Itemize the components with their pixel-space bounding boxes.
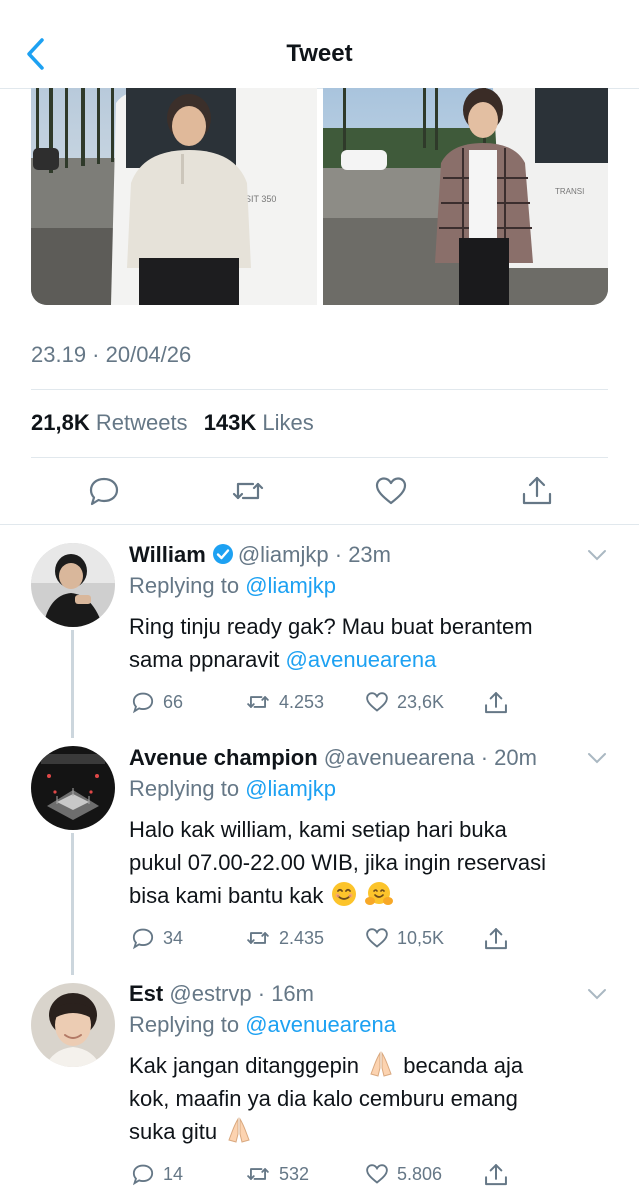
replying-to-handle[interactable]: @liamjkp <box>245 776 336 801</box>
reply-comment-button[interactable]: 66 <box>131 690 183 714</box>
mention-link[interactable]: @avenuearena <box>286 647 437 672</box>
reply-text: Kak jangan ditanggepin becanda aja kok, … <box>129 1049 609 1148</box>
author-name[interactable]: Avenue champion <box>129 745 318 770</box>
author-name[interactable]: Est <box>129 981 163 1006</box>
author-handle[interactable]: @liamjkp <box>238 542 329 567</box>
replying-to: Replying to @avenuearena <box>129 1009 609 1041</box>
retweet-count: 4.253 <box>279 691 325 712</box>
reply-action-bar: 66 4.253 23,6K <box>129 690 609 720</box>
van-badge-text: TRANSI <box>555 187 584 196</box>
reply-text-line: Kak jangan ditanggepin <box>129 1053 359 1078</box>
replying-to: Replying to @liamjkp <box>129 773 609 805</box>
reply-time: 20m <box>494 745 537 770</box>
replying-to-handle[interactable]: @liamjkp <box>245 573 336 598</box>
reply-icon <box>132 928 154 950</box>
like-count: 23,6K <box>397 691 445 712</box>
reply-text-line: suka gitu <box>129 1119 218 1144</box>
reply-text-line: bisa kami bantu kak <box>129 883 324 908</box>
tweet-engagement-stats: 21,8K Retweets 143K Likes <box>31 410 314 436</box>
likes-count[interactable]: 143K <box>204 410 257 435</box>
tweet-timestamp: 23.19 · 20/04/26 <box>31 342 192 367</box>
folded-hands-emoji-icon <box>228 1117 250 1143</box>
reply-header: Est @estrvp · 16m <box>129 981 314 1006</box>
share-icon[interactable] <box>483 690 509 716</box>
like-heart-icon <box>366 1164 388 1184</box>
reply-time: 16m <box>271 981 314 1006</box>
avatar[interactable] <box>31 746 115 830</box>
avatar[interactable] <box>31 543 115 627</box>
reply-text-line: sama ppnaravit <box>129 647 286 672</box>
reply-header: Avenue champion @avenuearena · 20m <box>129 745 537 770</box>
retweets-count[interactable]: 21,8K <box>31 410 90 435</box>
reply-action-bar: 14 532 5.806 <box>129 1162 609 1192</box>
verified-badge-icon <box>212 544 233 564</box>
likes-label[interactable]: Likes <box>262 410 313 435</box>
reply-text-line: kok, maafin ya dia kalo cemburu emang <box>129 1086 518 1111</box>
divider <box>31 389 608 390</box>
comment-count: 34 <box>163 927 184 948</box>
reply-text: Halo kak william, kami setiap hari buka … <box>129 813 609 912</box>
replying-to-prefix: Replying to <box>129 776 240 801</box>
replying-to-prefix: Replying to <box>129 1012 240 1037</box>
retweet-icon <box>247 932 269 944</box>
avatar[interactable] <box>31 983 115 1067</box>
reply-text: Ring tinju ready gak? Mau buat berantem … <box>129 610 609 676</box>
reply-text-line: becanda aja <box>403 1053 524 1078</box>
retweets-label[interactable]: Retweets <box>96 410 188 435</box>
reply-comment-button[interactable]: 14 <box>131 1162 183 1186</box>
page-title: Tweet <box>286 40 353 67</box>
comment-count: 14 <box>163 1163 184 1184</box>
like-heart-icon[interactable] <box>374 474 408 508</box>
author-handle[interactable]: @estrvp <box>169 981 251 1006</box>
reply-text-line: Ring tinju ready gak? Mau buat berantem <box>129 614 533 639</box>
retweet-count: 532 <box>279 1163 310 1184</box>
thread-connector-line <box>71 833 74 975</box>
share-icon[interactable] <box>483 926 509 952</box>
reply-action-bar: 34 2.435 10,5K <box>129 926 609 956</box>
reply-like-button[interactable]: 23,6K <box>365 690 444 714</box>
retweet-icon <box>247 696 269 708</box>
reply-like-button[interactable]: 5.806 <box>365 1162 442 1186</box>
retweet-icon[interactable] <box>231 474 265 508</box>
replying-to: Replying to @liamjkp <box>129 570 609 602</box>
reply-icon <box>132 1164 154 1186</box>
tweet-photo-1[interactable]: SIT 350 <box>31 88 317 305</box>
retweet-count: 2.435 <box>279 927 325 948</box>
reply-like-button[interactable]: 10,5K <box>365 926 444 950</box>
like-heart-icon <box>366 928 388 948</box>
van-badge-text: SIT 350 <box>245 194 276 204</box>
tweet-media-grid: SIT 350 TRANSI <box>31 88 608 305</box>
share-icon[interactable] <box>483 1162 509 1188</box>
share-icon[interactable] <box>520 474 554 508</box>
like-heart-icon <box>366 692 388 712</box>
reply-text-line: Halo kak william, kami setiap hari buka <box>129 817 507 842</box>
like-count: 5.806 <box>397 1163 443 1184</box>
tweet-photo-2[interactable]: TRANSI <box>323 88 608 305</box>
reply-text-line: pukul 07.00-22.00 WIB, jika ingin reserv… <box>129 850 546 875</box>
replying-to-prefix: Replying to <box>129 573 240 598</box>
tweet-action-bar <box>0 458 639 525</box>
hugging-face-emoji-icon <box>364 882 393 905</box>
replying-to-handle[interactable]: @avenuearena <box>245 1012 396 1037</box>
reply-icon[interactable] <box>87 474 121 508</box>
folded-hands-emoji-icon <box>370 1051 392 1077</box>
reply-time: 23m <box>348 542 391 567</box>
reply-retweet-button[interactable]: 2.435 <box>245 926 324 950</box>
thread-connector-line <box>71 630 74 738</box>
smiling-face-emoji-icon <box>331 882 356 906</box>
reply-comment-button[interactable]: 34 <box>131 926 183 950</box>
like-count: 10,5K <box>397 927 445 948</box>
reply-retweet-button[interactable]: 4.253 <box>245 690 324 714</box>
comment-count: 66 <box>163 691 184 712</box>
retweet-icon <box>247 1168 269 1180</box>
reply-header: William @liamjkp · 23m <box>129 542 391 567</box>
reply-retweet-button[interactable]: 532 <box>245 1162 309 1186</box>
author-handle[interactable]: @avenuearena <box>324 745 475 770</box>
author-name[interactable]: William <box>129 542 206 567</box>
top-nav-bar: Tweet <box>0 0 639 89</box>
reply-icon <box>132 692 154 714</box>
